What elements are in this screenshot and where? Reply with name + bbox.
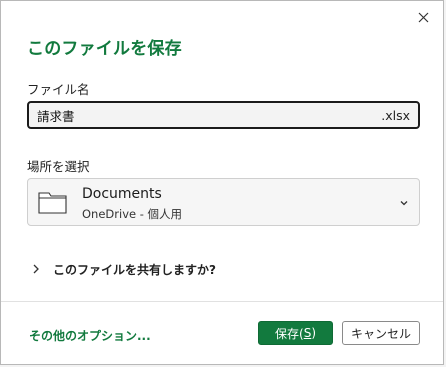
- dialog-title: このファイルを保存: [27, 39, 182, 59]
- close-button[interactable]: [413, 7, 433, 27]
- close-icon: [418, 12, 428, 22]
- folder-icon: [38, 192, 67, 214]
- save-label-close: ): [311, 326, 316, 340]
- location-folder-path: OneDrive - 個人用: [82, 207, 183, 221]
- location-label: 場所を選択: [27, 159, 90, 174]
- filename-input[interactable]: [29, 103, 382, 127]
- more-options-link[interactable]: その他のオプション...: [29, 327, 151, 344]
- location-picker[interactable]: Documents OneDrive - 個人用: [27, 178, 420, 226]
- footer-divider: [1, 301, 443, 302]
- filename-field[interactable]: .xlsx: [27, 101, 420, 129]
- cancel-button[interactable]: キャンセル: [342, 321, 420, 345]
- share-expander[interactable]: このファイルを共有しますか?: [31, 259, 216, 279]
- save-button[interactable]: 保存(S): [258, 321, 333, 345]
- file-extension: .xlsx: [381, 107, 410, 123]
- share-label: このファイルを共有しますか?: [53, 262, 216, 277]
- save-label: 保存(: [275, 326, 304, 341]
- location-folder-name: Documents: [82, 186, 162, 202]
- chevron-right-icon: [33, 264, 39, 274]
- save-dialog: このファイルを保存 ファイル名 .xlsx 場所を選択 Documents On…: [0, 0, 444, 365]
- filename-label: ファイル名: [27, 82, 90, 97]
- save-accelerator: S: [303, 326, 312, 340]
- chevron-down-icon: [400, 201, 408, 206]
